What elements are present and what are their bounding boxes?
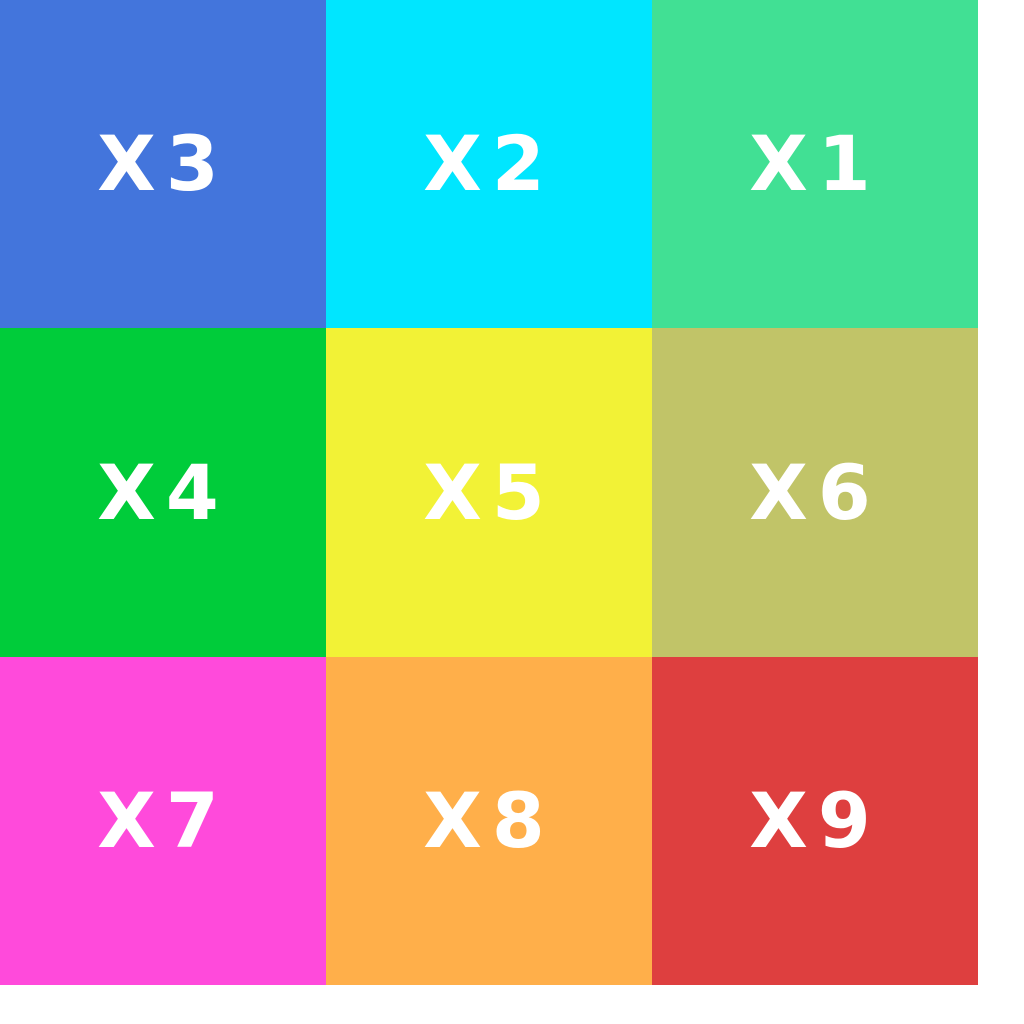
tile-x5[interactable]: X5 (326, 328, 652, 657)
tile-label: X3 (97, 119, 229, 208)
tile-label: X4 (97, 447, 229, 537)
tile-label: X7 (97, 776, 229, 865)
tile-label: X1 (749, 119, 881, 208)
tile-label: X9 (749, 776, 881, 865)
tile-x9[interactable]: X9 (652, 657, 978, 985)
tile-x8[interactable]: X8 (326, 657, 652, 985)
tile-x2[interactable]: X2 (326, 0, 652, 328)
tile-x4[interactable]: X4 (0, 328, 326, 657)
tile-label: X5 (423, 447, 555, 537)
tile-x3[interactable]: X3 (0, 0, 326, 328)
tile-label: X2 (423, 119, 555, 208)
tile-x7[interactable]: X7 (0, 657, 326, 985)
tile-x1[interactable]: X1 (652, 0, 978, 328)
tile-label: X8 (423, 776, 555, 865)
tile-label: X6 (749, 447, 881, 537)
tile-x6[interactable]: X6 (652, 328, 978, 657)
tile-grid: X3 X2 X1 X4 X5 X6 X7 X8 X9 (0, 0, 978, 985)
